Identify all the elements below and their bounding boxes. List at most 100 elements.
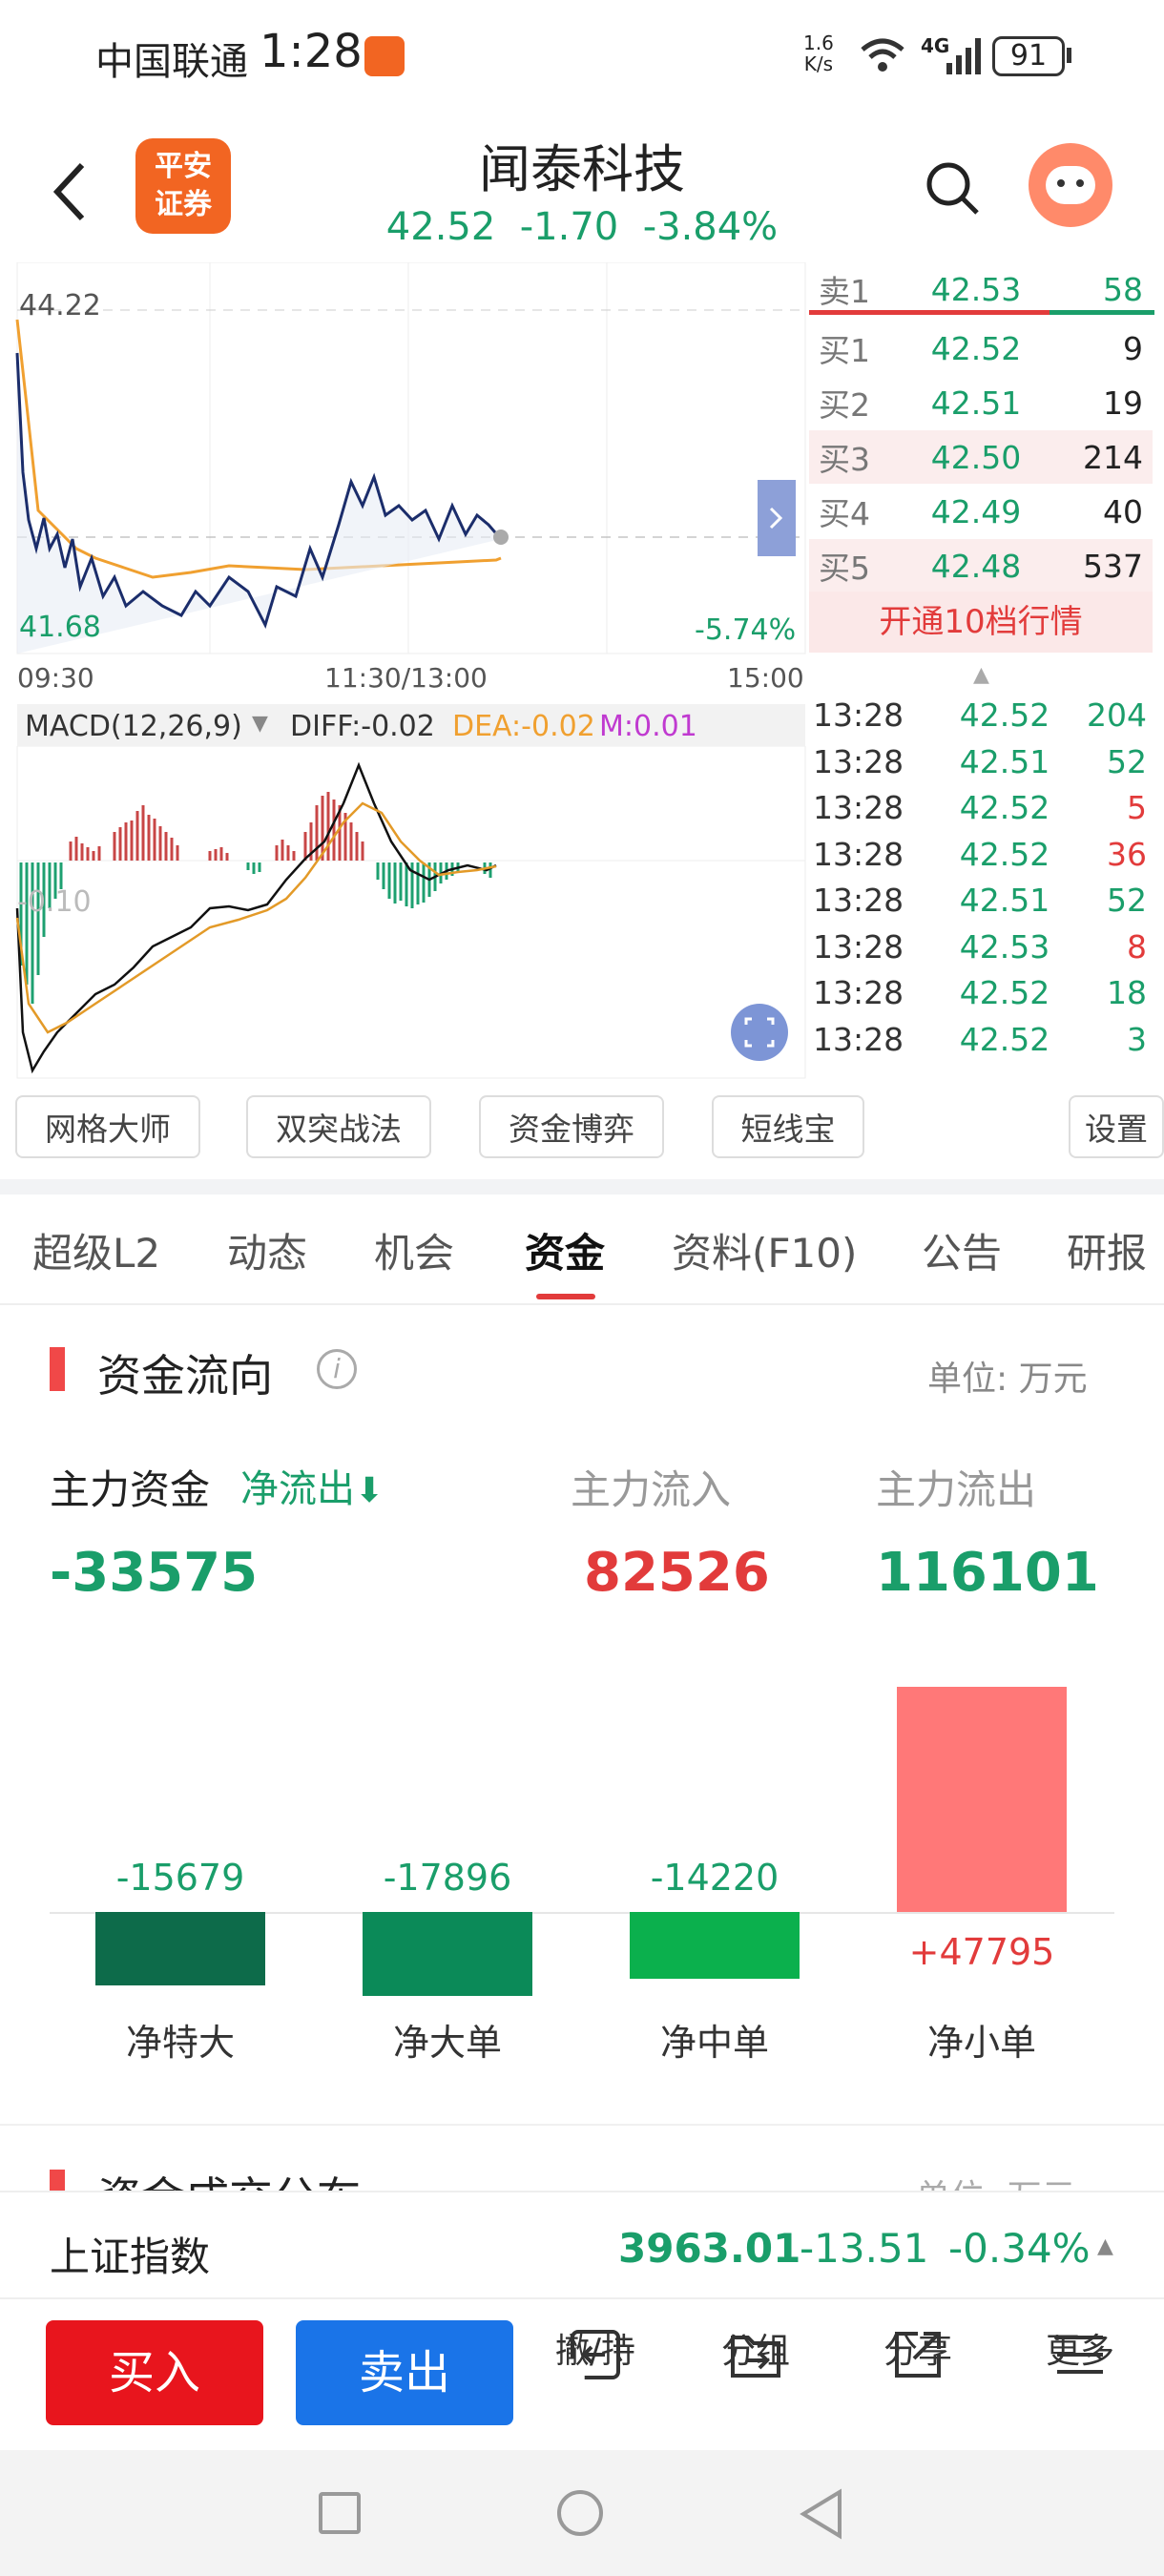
share-label[interactable]: 分享 <box>861 2323 975 2373</box>
fund-bar <box>363 1912 532 1997</box>
bar-value-label: -15679 <box>115 1857 245 1899</box>
bid-row[interactable]: 买5 42.48 537 <box>809 539 1153 592</box>
intraday-chart[interactable]: 44.22 41.68 -5.74% <box>0 262 806 663</box>
tick-row: 13:28 42.52 204 <box>809 692 1153 738</box>
recent-apps-icon[interactable] <box>319 2492 361 2534</box>
time-end: 15:00 <box>727 662 804 694</box>
time-axis: 09:30 11:30/13:00 15:00 <box>0 658 806 696</box>
time-start: 09:30 <box>17 662 94 694</box>
level-volume: 214 <box>1083 438 1143 476</box>
sell-button[interactable]: 卖出 <box>296 2320 513 2425</box>
tick-price: 42.51 <box>959 882 1050 919</box>
level-label: 买4 <box>819 495 870 532</box>
tool-double-break[interactable]: 双突战法 <box>246 1095 431 1158</box>
index-value: 3963.01 <box>618 2225 801 2272</box>
dropdown-icon[interactable]: ▼ <box>252 712 268 736</box>
tick-price: 42.53 <box>959 927 1050 966</box>
tick-volume: 204 <box>1087 696 1147 734</box>
tick-row: 13:28 42.53 8 <box>809 924 1153 970</box>
down-arrow-icon: ⬇ <box>355 1471 385 1510</box>
tool-grid-master[interactable]: 网格大师 <box>15 1095 200 1158</box>
tab-announcements[interactable]: 公告 <box>922 1221 1002 1279</box>
stock-header: 平安 证券 闻泰科技 42.52 -1.70 -3.84% <box>0 119 1164 262</box>
tick-time: 13:28 <box>813 882 904 919</box>
tick-time: 13:28 <box>813 1020 904 1058</box>
info-icon[interactable]: i <box>317 1349 357 1389</box>
tab-research[interactable]: 研报 <box>1067 1221 1147 1279</box>
section-marker <box>50 1347 65 1391</box>
level-volume: 58 <box>1103 270 1143 308</box>
back-nav-icon[interactable] <box>798 2488 845 2540</box>
index-bar[interactable]: 上证指数 3963.01 -13.51 -0.34% ▲ <box>0 2191 1164 2299</box>
battery-icon: 91 <box>992 36 1065 76</box>
tick-price: 42.52 <box>959 789 1050 826</box>
bar-category-label: 净大单 <box>392 2022 502 2064</box>
ask-row[interactable]: 卖1 42.53 58 <box>809 262 1153 316</box>
expand-icon[interactable]: ▲ <box>1097 2234 1113 2258</box>
cancel-hold-label[interactable]: 撤/持 <box>538 2323 653 2373</box>
bid-row[interactable]: 买4 42.49 40 <box>809 485 1153 538</box>
back-icon[interactable] <box>48 157 92 226</box>
stock-name: 闻泰科技 <box>479 139 685 199</box>
bar-category-label: 净小单 <box>926 2022 1036 2064</box>
bid-row[interactable]: 买2 42.51 19 <box>809 376 1153 429</box>
assistant-avatar[interactable] <box>1029 143 1112 227</box>
tick-volume: 52 <box>1107 742 1147 780</box>
tab-super-l2[interactable]: 超级L2 <box>32 1221 160 1279</box>
level-volume: 19 <box>1103 384 1143 422</box>
wifi-icon <box>861 38 904 72</box>
main-inflow-value: 82526 <box>584 1542 770 1604</box>
level-price: 42.51 <box>930 384 1022 422</box>
macd-header[interactable]: MACD(12,26,9) ▼ DIFF:-0.02 DEA:-0.02 M:0… <box>17 704 805 746</box>
carrier: 中国联通 <box>95 40 248 84</box>
tick-row: 13:28 42.51 52 <box>809 877 1153 924</box>
tick-time: 13:28 <box>813 789 904 826</box>
index-pct: -0.34% <box>948 2225 1091 2272</box>
broker-logo[interactable]: 平安 证券 <box>135 138 231 234</box>
search-icon[interactable] <box>924 159 981 217</box>
fund-bar <box>897 1687 1067 1912</box>
tool-fund-game[interactable]: 资金博弈 <box>479 1095 664 1158</box>
main-fund-label: 主力资金 <box>50 1466 211 1513</box>
group-label[interactable]: 分组 <box>698 2323 813 2373</box>
main-inflow-label: 主力流入 <box>571 1466 732 1513</box>
level-price: 42.48 <box>930 547 1022 585</box>
intraday-plot <box>15 262 806 654</box>
tick-row: 13:28 42.51 52 <box>809 738 1153 785</box>
status-bar: 中国联通 1:28 1.6 K/s 4G 91 <box>0 0 1164 119</box>
level10-banner[interactable]: 开通10档行情 <box>809 592 1153 653</box>
level-label: 买3 <box>819 441 870 478</box>
bid-row[interactable]: 买3 42.50 214 <box>809 430 1153 484</box>
home-icon[interactable] <box>557 2490 603 2536</box>
m-value: M:0.01 <box>599 710 697 743</box>
tick-row: 13:28 42.52 5 <box>809 784 1153 831</box>
tab-f10[interactable]: 资料(F10) <box>672 1221 857 1279</box>
settings-button[interactable]: 设置 <box>1069 1095 1164 1158</box>
tick-volume: 18 <box>1107 974 1147 1011</box>
tick-time: 13:28 <box>813 835 904 873</box>
tab-news[interactable]: 动态 <box>227 1221 307 1279</box>
buy-button[interactable]: 买入 <box>46 2320 263 2425</box>
tool-short-line[interactable]: 短线宝 <box>712 1095 864 1158</box>
tick-volume: 36 <box>1107 835 1147 873</box>
bar-category-label: 净特大 <box>125 2022 235 2064</box>
collapse-icon[interactable]: ▲ <box>973 663 989 687</box>
time-mid: 11:30/13:00 <box>324 662 488 694</box>
level-volume: 537 <box>1083 547 1143 585</box>
level-volume: 40 <box>1103 492 1143 530</box>
tick-price: 42.52 <box>959 696 1050 734</box>
tick-time: 13:28 <box>813 974 904 1011</box>
more-label[interactable]: 更多 <box>1023 2323 1137 2373</box>
level-label: 买1 <box>819 332 870 369</box>
fund-flow-title: 资金流向 <box>97 1350 273 1402</box>
level-label: 卖1 <box>819 273 870 310</box>
bid-row[interactable]: 买1 42.52 9 <box>809 322 1153 375</box>
level-price: 42.49 <box>930 492 1022 530</box>
net-speed: 1.6 K/s <box>803 31 834 75</box>
tick-time: 13:28 <box>813 696 904 734</box>
tab-opportunity[interactable]: 机会 <box>374 1221 454 1279</box>
tick-row: 13:28 42.52 3 <box>809 1016 1153 1063</box>
tick-row: 13:28 42.52 36 <box>809 831 1153 878</box>
tab-funds[interactable]: 资金 <box>525 1221 605 1279</box>
tick-volume: 5 <box>1127 789 1147 826</box>
